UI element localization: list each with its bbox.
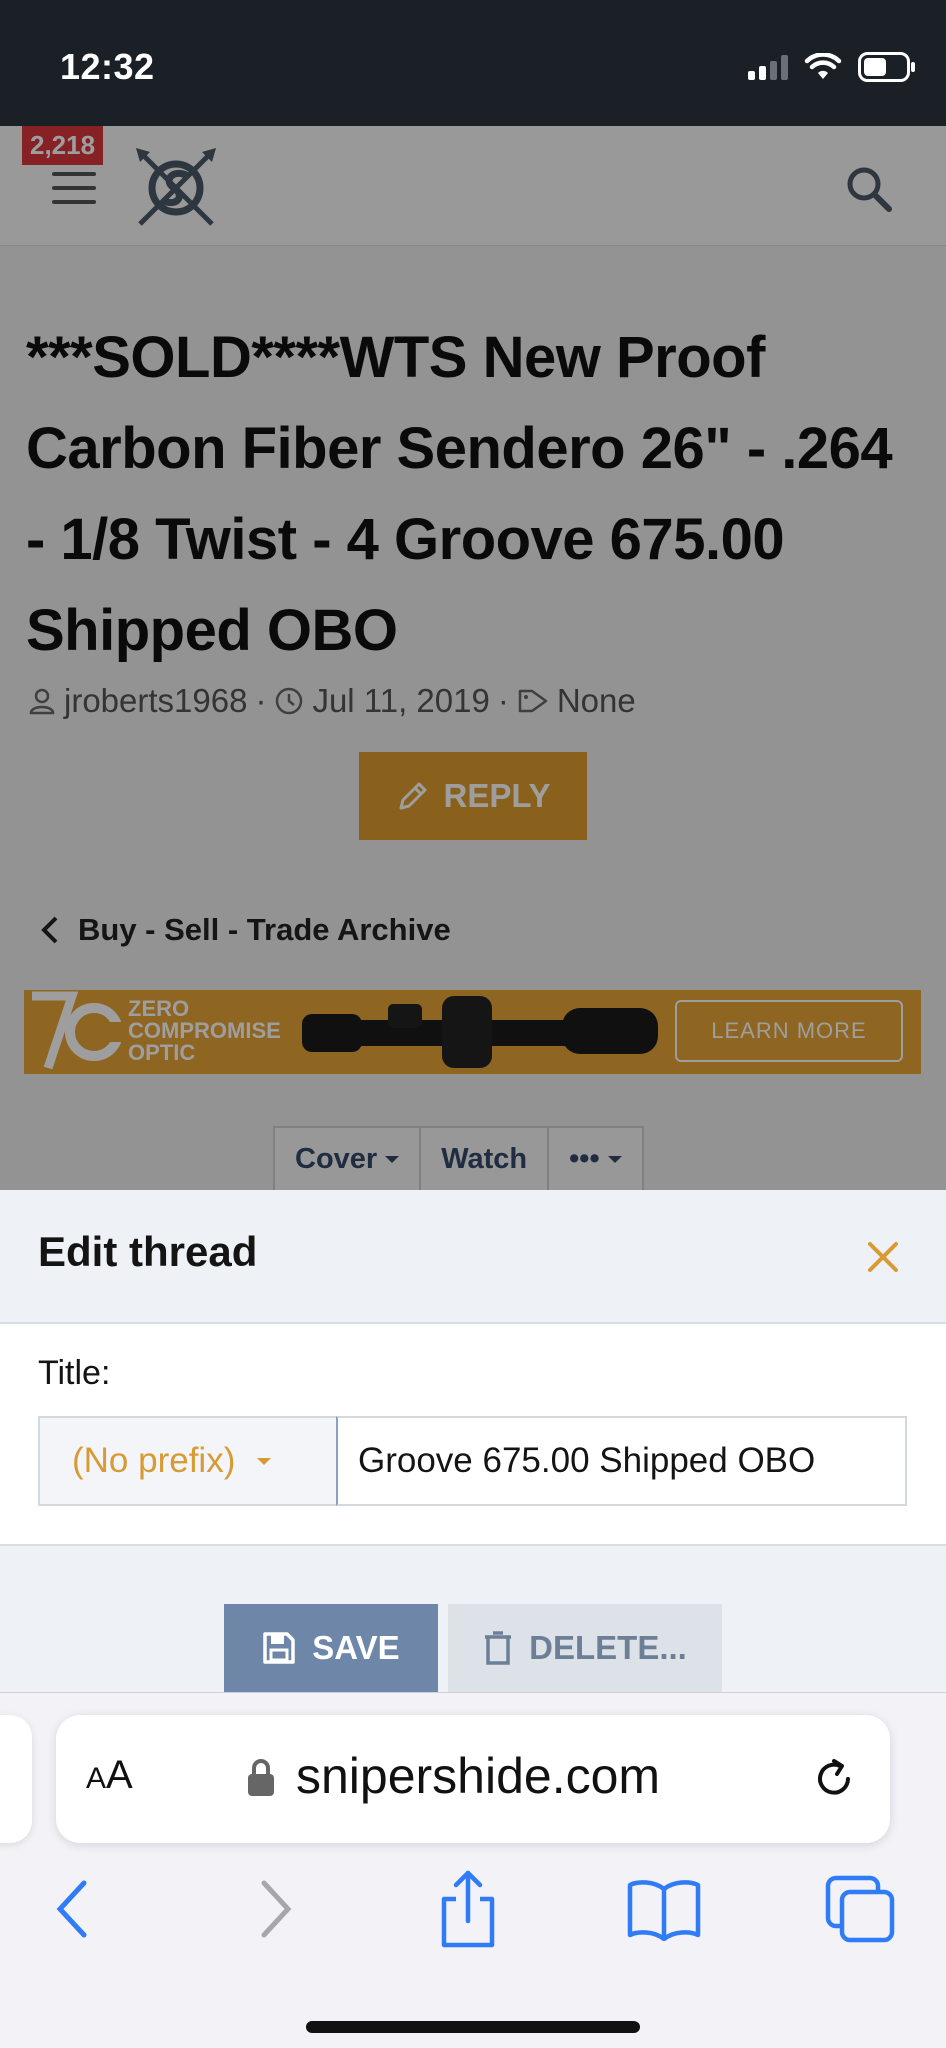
forward-icon — [261, 1880, 292, 1938]
edit-thread-sheet: Edit thread Title: (No prefix) Groove 67… — [0, 1190, 946, 1692]
title-input[interactable]: Groove 675.00 Shipped OBO — [336, 1416, 907, 1506]
status-icons — [748, 52, 916, 82]
status-time: 12:32 — [60, 46, 155, 87]
battery-icon — [858, 52, 915, 82]
prefix-select[interactable]: (No prefix) — [38, 1416, 338, 1506]
lock-icon — [248, 1759, 274, 1796]
aa-big: A — [106, 1753, 133, 1797]
save-button[interactable]: SAVE — [224, 1604, 438, 1692]
reload-icon[interactable] — [810, 1755, 858, 1803]
bookmarks-icon — [627, 1880, 701, 1941]
home-indicator[interactable] — [306, 2021, 640, 2033]
save-label: SAVE — [312, 1629, 400, 1666]
share-icon — [441, 1870, 495, 1948]
back-icon — [56, 1880, 87, 1938]
delete-button[interactable]: DELETE... — [448, 1604, 722, 1692]
back-button[interactable] — [32, 1869, 112, 1949]
prefix-value: (No prefix) — [72, 1441, 236, 1480]
bookmarks-button[interactable] — [624, 1869, 704, 1949]
browser-toolbar — [0, 1869, 946, 1959]
save-icon — [263, 1632, 296, 1664]
aa-small: A — [86, 1762, 107, 1795]
previous-tab-peek[interactable] — [0, 1715, 32, 1843]
status-bar: 12:32 — [0, 0, 946, 126]
cellular-signal-icon — [748, 54, 788, 80]
share-button[interactable] — [428, 1869, 508, 1949]
modal-backdrop[interactable] — [0, 126, 946, 1190]
delete-label: DELETE... — [529, 1629, 687, 1666]
sheet-header: Edit thread — [0, 1190, 946, 1324]
sheet-title: Edit thread — [38, 1228, 258, 1275]
tabs-icon — [825, 1875, 895, 1943]
trash-icon — [485, 1631, 512, 1665]
address-bar[interactable]: AA snipershide.com — [56, 1715, 890, 1843]
forward-button[interactable] — [236, 1869, 316, 1949]
reader-options-button[interactable]: AA — [86, 1753, 133, 1798]
tabs-button[interactable] — [820, 1869, 900, 1949]
sheet-footer: SAVE DELETE... — [0, 1546, 946, 1692]
url-text: snipershide.com — [296, 1748, 661, 1804]
sheet-body: Title: (No prefix) Groove 675.00 Shipped… — [0, 1324, 946, 1546]
title-field-label: Title: — [38, 1354, 111, 1392]
caret-down-icon — [257, 1457, 272, 1465]
safari-bottom-bar: AA snipershide.com — [0, 1692, 946, 2048]
close-icon[interactable] — [864, 1238, 902, 1276]
wifi-icon — [804, 53, 842, 79]
